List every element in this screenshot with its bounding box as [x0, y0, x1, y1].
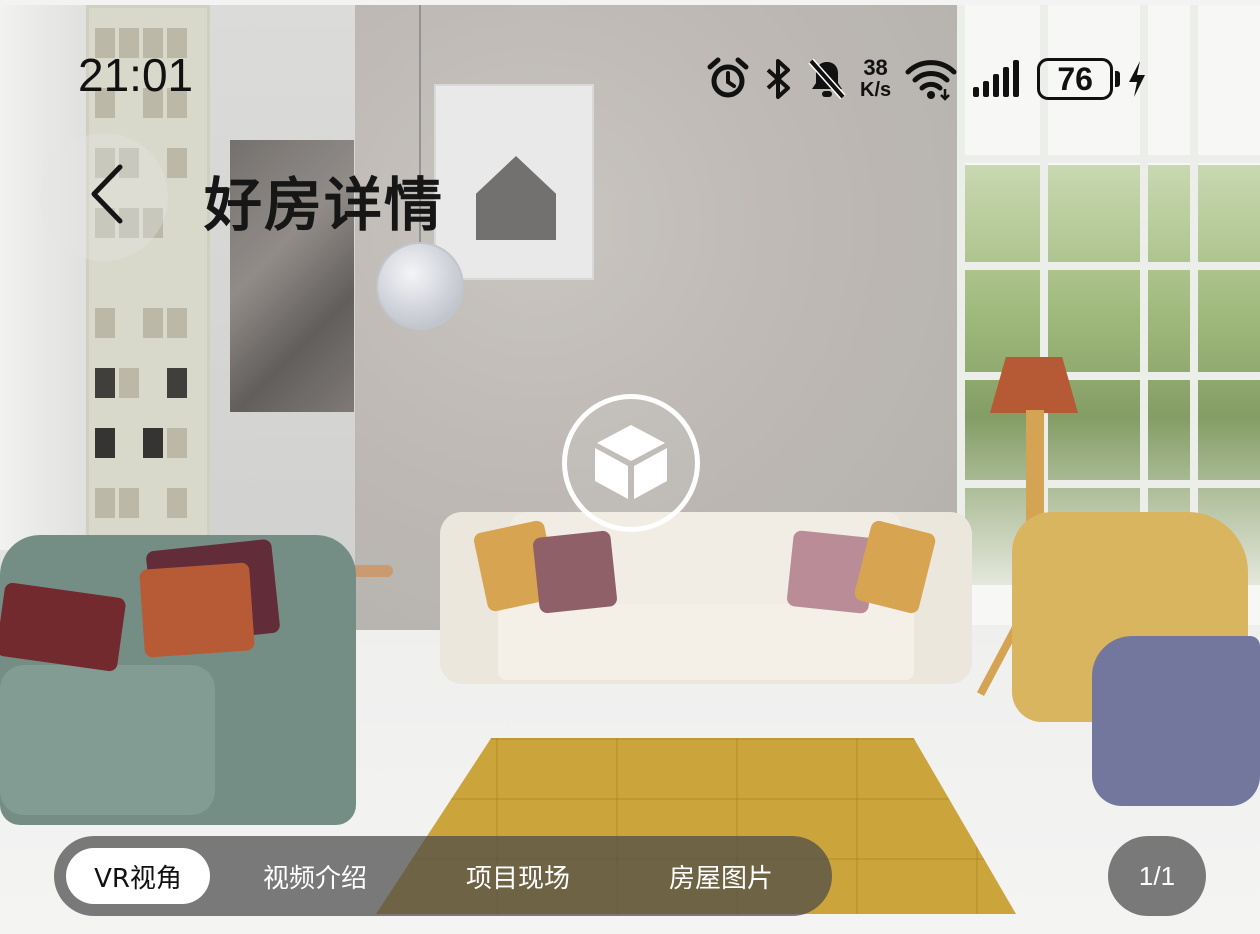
- tab-project-site[interactable]: 项目现场: [420, 848, 616, 904]
- page-counter: 1/1: [1108, 836, 1206, 916]
- clock: 21:01: [78, 49, 194, 101]
- tab-house-photos[interactable]: 房屋图片: [616, 848, 826, 904]
- media-tab-bar: VR视角 视频介绍 项目现场 房屋图片: [54, 836, 832, 916]
- charging-icon: [1126, 57, 1148, 101]
- network-speed-unit: K/s: [860, 79, 892, 101]
- page-title: 好房详情: [204, 171, 445, 239]
- back-button[interactable]: [76, 160, 136, 232]
- network-speed: 38 K/s: [860, 55, 892, 102]
- battery-level: 76: [1037, 58, 1114, 100]
- battery-icon: 76: [1037, 58, 1121, 100]
- vr-view-button[interactable]: [562, 394, 700, 532]
- status-icons: 38 K/s 76: [706, 54, 1148, 104]
- wifi-icon: [905, 57, 957, 101]
- status-bar: 21:01 38 K/s 76: [0, 48, 1260, 108]
- alarm-icon: [706, 57, 750, 101]
- bell-muted-icon: [808, 57, 846, 101]
- tab-video-intro[interactable]: 视频介绍: [210, 848, 420, 904]
- bluetooth-icon: [764, 57, 794, 101]
- signal-icon: [971, 57, 1023, 101]
- chevron-left-icon: [86, 163, 126, 229]
- cube-3d-icon: [593, 421, 669, 505]
- tab-vr-view[interactable]: VR视角: [66, 848, 210, 904]
- network-speed-value: 38: [863, 55, 888, 80]
